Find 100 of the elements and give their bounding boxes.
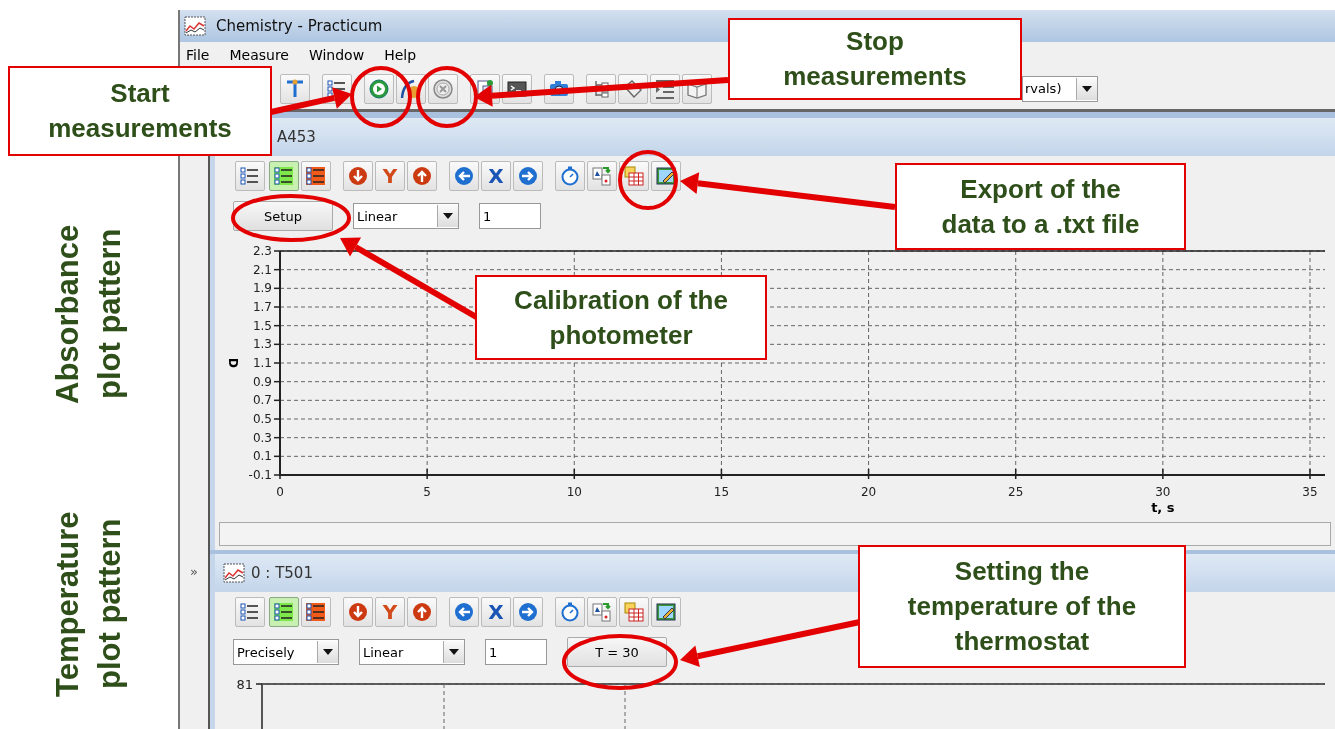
- down-button[interactable]: [343, 161, 373, 191]
- stop-button[interactable]: [428, 73, 458, 104]
- tick-label: 81: [236, 677, 253, 692]
- y-axis-button[interactable]: Y: [375, 161, 405, 191]
- stopwatch-icon: [559, 165, 581, 187]
- list-icon: [239, 601, 261, 623]
- up-icon: [411, 601, 433, 623]
- dropdown[interactable]: Linear: [353, 203, 459, 229]
- down-button[interactable]: [343, 597, 373, 627]
- stopwatch-icon: [559, 601, 581, 623]
- play-icon: [368, 77, 390, 100]
- list-filled-icon: [273, 165, 295, 187]
- right-button[interactable]: [513, 161, 543, 191]
- input-field[interactable]: 1: [479, 203, 541, 229]
- button[interactable]: Setup: [233, 201, 333, 231]
- expand-toggle[interactable]: »: [190, 564, 198, 579]
- right-icon: [517, 601, 539, 623]
- dropdown[interactable]: Precisely: [233, 639, 339, 665]
- list-button[interactable]: [235, 597, 265, 627]
- y-axis-button[interactable]: Y: [375, 597, 405, 627]
- caret-icon: [449, 649, 459, 655]
- menu-item[interactable]: Help: [384, 47, 417, 63]
- tick-label: 0.1: [252, 449, 272, 464]
- list-button[interactable]: [235, 161, 265, 191]
- list-bars-button[interactable]: [301, 597, 331, 627]
- list-bars-button[interactable]: [301, 161, 331, 191]
- up-button[interactable]: [407, 161, 437, 191]
- input-field[interactable]: 1: [485, 639, 547, 665]
- tick-label: 15: [713, 485, 730, 499]
- play-button[interactable]: [364, 73, 394, 104]
- x-axis-button[interactable]: X: [481, 597, 511, 627]
- right-icon: [517, 165, 539, 187]
- side-label: Temperature plot pattern: [49, 510, 128, 699]
- image-pen-icon: [655, 601, 677, 623]
- x-axis-button[interactable]: X: [481, 161, 511, 191]
- dropdown[interactable]: rvals): [1022, 75, 1098, 102]
- tick-label: 1.3: [252, 337, 272, 352]
- image-pen-button[interactable]: [651, 597, 681, 627]
- tick-label: 1.1: [252, 356, 272, 370]
- callout: Export of the data to a .txt file: [895, 163, 1186, 250]
- table-icon: [623, 165, 645, 187]
- menu-item[interactable]: Window: [308, 47, 365, 63]
- tick-label: 0.5: [252, 412, 272, 426]
- tick-label: 2.3: [252, 244, 272, 258]
- callout: Calibration of the photometer: [475, 275, 767, 360]
- tick-label: 20: [860, 485, 877, 499]
- tick-label: 25: [1008, 485, 1024, 499]
- up-icon: [411, 165, 433, 187]
- table-icon: [623, 601, 645, 623]
- tick-label: 2.1: [252, 262, 272, 277]
- tick-label: -0.1: [248, 468, 272, 482]
- dropdown[interactable]: Linear: [359, 639, 465, 665]
- tick-label: 1.9: [252, 281, 272, 296]
- highlight-ellipse: [416, 66, 478, 128]
- side-label: Absorbance plot pattern: [49, 223, 128, 406]
- left-icon: [453, 165, 475, 187]
- tick-label: 10: [566, 485, 582, 499]
- down-icon: [347, 165, 369, 187]
- tick-label: 0.7: [252, 393, 272, 408]
- stopwatch-button[interactable]: [555, 161, 585, 191]
- tick-label: 5: [423, 485, 431, 499]
- export-icon: [591, 165, 613, 187]
- list-bars-icon: [305, 165, 327, 187]
- left-button[interactable]: [449, 597, 479, 627]
- window-title: A453: [277, 128, 316, 146]
- export-button[interactable]: [587, 161, 617, 191]
- list-filled-button[interactable]: [269, 161, 299, 191]
- tick-label: 30: [1155, 485, 1171, 499]
- window-title: Chemistry - Practicum: [216, 17, 383, 35]
- caret-icon: [323, 649, 333, 655]
- highlight-ellipse: [618, 150, 678, 210]
- chart-icon: [184, 16, 206, 36]
- indent-list-icon: [654, 77, 676, 100]
- up-button[interactable]: [407, 597, 437, 627]
- stop-icon: [432, 77, 454, 100]
- caret-icon: [1082, 85, 1092, 92]
- left-button[interactable]: [449, 161, 479, 191]
- list-filled-icon: [273, 601, 295, 623]
- axis-label: D: [226, 358, 240, 368]
- menu-item[interactable]: File: [186, 47, 210, 63]
- menu-item[interactable]: Measure: [229, 47, 289, 63]
- image-pen-icon: [655, 165, 677, 187]
- caret-icon: [443, 213, 453, 219]
- axis-label: t, s: [1151, 500, 1175, 515]
- t-tool-icon: [284, 77, 306, 100]
- stopwatch-button[interactable]: [555, 597, 585, 627]
- tick-label: 1.7: [252, 300, 272, 314]
- left-icon: [453, 601, 475, 623]
- t-tool-button[interactable]: [280, 73, 310, 104]
- table-button[interactable]: [619, 597, 649, 627]
- down-icon: [347, 601, 369, 623]
- list-filled-button[interactable]: [269, 597, 299, 627]
- export-button[interactable]: [587, 597, 617, 627]
- export-icon: [591, 601, 613, 623]
- right-button[interactable]: [513, 597, 543, 627]
- tick-label: 0.3: [252, 430, 272, 445]
- tick-label: 35: [1302, 485, 1318, 499]
- chart-icon: [223, 563, 245, 583]
- callout: Stop measurements: [728, 18, 1022, 100]
- tick-label: 0.9: [252, 374, 272, 389]
